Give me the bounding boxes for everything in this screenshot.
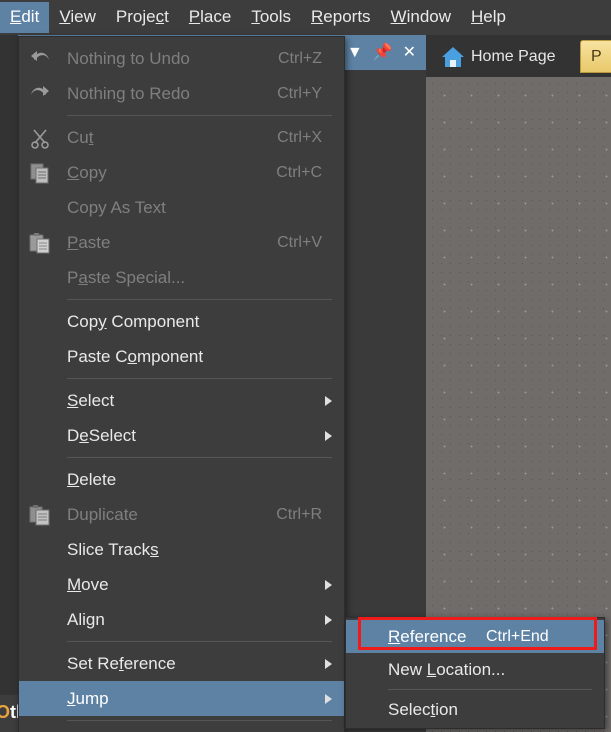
menubar-item-reports[interactable]: Reports <box>301 2 381 33</box>
left-tool-panel-sliver[interactable] <box>0 35 19 695</box>
document-tab-bar: Home Page P <box>426 35 611 77</box>
menubar-item-place[interactable]: Place <box>179 2 242 33</box>
menu-item-copy-as-text[interactable]: Copy As Text <box>19 190 344 225</box>
menu-item-accel: Ctrl+Z <box>278 49 322 67</box>
menu-item-set-reference[interactable]: Set Reference <box>19 646 344 681</box>
menu-item-accel: Ctrl+Y <box>277 84 322 102</box>
submenu-arrow-icon <box>325 579 332 590</box>
application-window: ▼ 📌 ✕ Magnify Primitives <box>0 0 611 732</box>
menu-item-label: Jump <box>67 688 109 708</box>
submenu-item-label: Selection <box>388 699 458 719</box>
menu-item-label: Copy As Text <box>67 197 166 217</box>
menu-item-paste-special[interactable]: Paste Special... <box>19 260 344 295</box>
menu-item-slice-tracks[interactable]: Slice Tracks <box>19 532 344 567</box>
redo-arrow-icon <box>27 82 53 106</box>
tab-home-page[interactable]: Home Page <box>432 40 566 73</box>
submenu-arrow-icon <box>325 430 332 441</box>
submenu-arrow-icon <box>325 395 332 406</box>
submenu-item-label: Reference <box>388 626 467 646</box>
menu-item-label: Nothing to Undo <box>67 48 190 68</box>
menu-item-copy-component[interactable]: Copy Component <box>19 304 344 339</box>
undo-arrow-icon <box>27 47 53 71</box>
menu-item-paste-component[interactable]: Paste Component <box>19 339 344 374</box>
menu-separator <box>67 115 332 116</box>
submenu-arrow-icon <box>325 658 332 669</box>
menu-item-copy[interactable]: Copy Ctrl+C <box>19 155 344 190</box>
menu-item-label: Copy <box>67 162 107 182</box>
menu-bar: Edit View Project Place Tools Reports Wi… <box>0 0 611 35</box>
copy-pages-icon <box>27 161 53 185</box>
submenu-item-label: New Location... <box>388 659 506 679</box>
status-first-letter: O <box>0 702 11 722</box>
menu-item-label: Paste Special... <box>67 267 186 287</box>
menu-item-jump[interactable]: Jump <box>19 681 344 716</box>
menu-item-paste[interactable]: Paste Ctrl+V <box>19 225 344 260</box>
menu-item-delete[interactable]: Delete <box>19 462 344 497</box>
menu-item-label: Select <box>67 390 115 410</box>
panel-pin-icon[interactable]: 📌 <box>373 44 393 61</box>
menu-item-move[interactable]: Move <box>19 567 344 602</box>
menu-item-accel: Ctrl+X <box>277 128 322 146</box>
menu-separator <box>67 378 332 379</box>
menu-item-align[interactable]: Align <box>19 602 344 637</box>
menu-item-accel: Ctrl+R <box>276 505 322 523</box>
menu-item-label: Set Reference <box>67 653 176 673</box>
menu-item-find-similar-objects[interactable]: Find Similar Objects Shift+F <box>19 725 344 732</box>
menubar-item-tools[interactable]: Tools <box>241 2 301 33</box>
tab-label: Home Page <box>471 47 556 65</box>
menu-separator <box>67 457 332 458</box>
menu-item-redo[interactable]: Nothing to Redo Ctrl+Y <box>19 76 344 111</box>
menu-item-label: Paste Component <box>67 346 204 366</box>
menu-item-label: Copy Component <box>67 311 200 331</box>
tab-label: P <box>591 47 602 65</box>
submenu-item-accel: Ctrl+End <box>486 627 549 645</box>
submenu-separator <box>388 689 592 690</box>
menu-item-duplicate[interactable]: Duplicate Ctrl+R <box>19 497 344 532</box>
menu-item-select[interactable]: Select <box>19 383 344 418</box>
menu-item-undo[interactable]: Nothing to Undo Ctrl+Z <box>19 41 344 76</box>
menu-separator <box>67 299 332 300</box>
submenu-item-reference[interactable]: Reference Ctrl+End <box>346 620 604 653</box>
home-icon <box>442 46 464 67</box>
menu-item-label: Move <box>67 574 109 594</box>
menubar-item-view[interactable]: View <box>49 2 106 33</box>
menu-separator <box>67 641 332 642</box>
menu-item-label: Duplicate <box>67 504 138 524</box>
tab-document[interactable]: P <box>580 40 611 73</box>
submenu-arrow-icon <box>325 693 332 704</box>
menubar-item-edit[interactable]: Edit <box>0 2 50 33</box>
menu-item-accel: Ctrl+C <box>276 163 322 181</box>
submenu-item-selection[interactable]: Selection <box>346 693 604 726</box>
duplicate-icon <box>27 503 53 527</box>
panel-dropdown-icon[interactable]: ▼ <box>347 44 363 61</box>
menubar-item-window[interactable]: Window <box>381 2 461 33</box>
menubar-item-project[interactable]: Project <box>106 2 179 33</box>
menu-item-label: DeSelect <box>67 425 136 445</box>
edit-dropdown-menu: Nothing to Undo Ctrl+Z Nothing to Redo C… <box>18 36 345 732</box>
menu-item-label: Slice Tracks <box>67 539 159 559</box>
menu-item-label: Cut <box>67 127 94 147</box>
menu-item-accel: Ctrl+V <box>277 233 322 251</box>
submenu-item-new-location[interactable]: New Location... <box>346 653 604 686</box>
clipboard-paste-icon <box>27 231 53 255</box>
menu-item-deselect[interactable]: DeSelect <box>19 418 344 453</box>
panel-close-icon[interactable]: ✕ <box>403 44 416 61</box>
menu-item-label: Nothing to Redo <box>67 83 190 103</box>
submenu-arrow-icon <box>325 614 332 625</box>
jump-submenu: Reference Ctrl+End New Location... Selec… <box>345 617 605 729</box>
menu-separator <box>67 720 332 721</box>
scissors-icon <box>27 126 53 150</box>
menubar-item-help[interactable]: Help <box>461 2 516 33</box>
menu-item-label: Paste <box>67 232 111 252</box>
menu-item-label: Align <box>67 609 105 629</box>
menu-item-label: Delete <box>67 469 117 489</box>
menu-item-cut[interactable]: Cut Ctrl+X <box>19 120 344 155</box>
